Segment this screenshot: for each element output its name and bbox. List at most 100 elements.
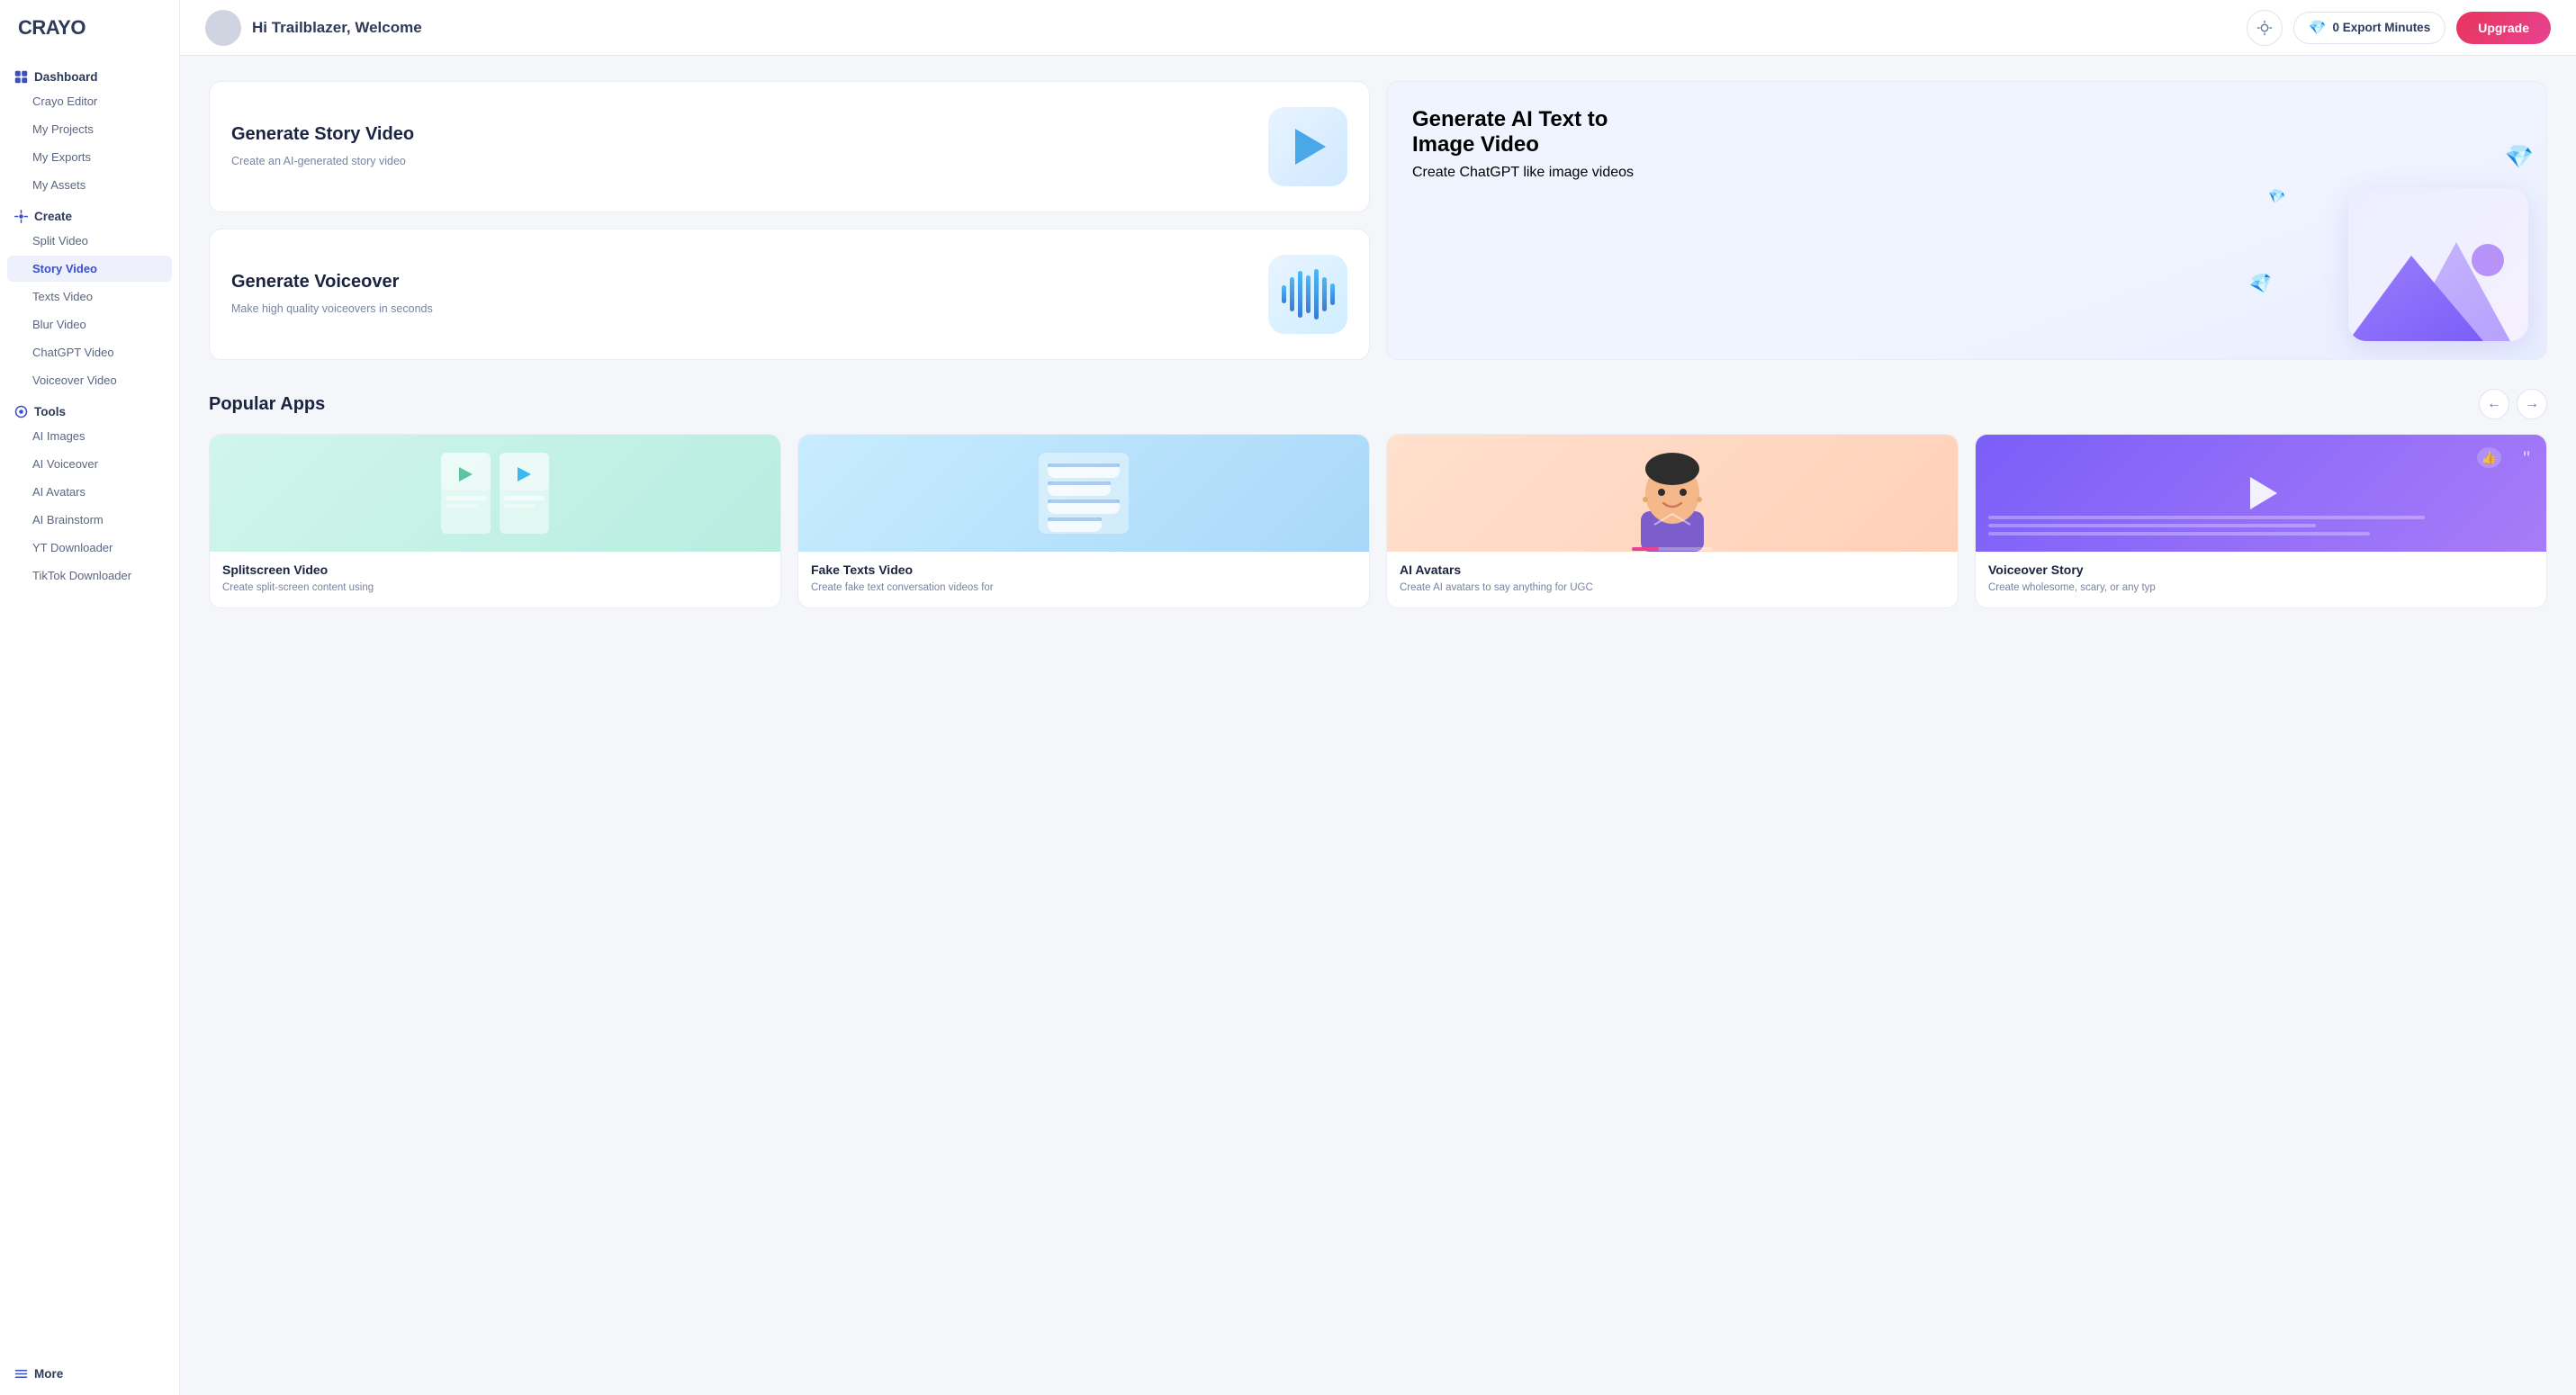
- sidebar-section-tools: Tools: [0, 398, 179, 422]
- diamond-icon: 💎: [2309, 19, 2327, 37]
- voiceover-story-thumb: " 👍: [1976, 435, 2546, 552]
- voiceover-story-desc: Create wholesome, scary, or any typ: [1988, 580, 2534, 595]
- notifications-button[interactable]: [2247, 10, 2283, 46]
- card3-title: Generate Voiceover: [231, 271, 433, 293]
- create-icon: [14, 210, 28, 223]
- prev-arrow-button[interactable]: ←: [2479, 389, 2509, 419]
- sidebar-item-my-assets[interactable]: My Assets: [7, 172, 172, 198]
- sidebar-section-create: Create: [0, 202, 179, 227]
- card3-icon: [1268, 255, 1347, 334]
- sidebar-item-crayo-editor[interactable]: Crayo Editor: [7, 88, 172, 114]
- main-content: Hi Trailblazer, Welcome 💎 0 Export Minut…: [180, 0, 2576, 1395]
- sidebar-section-dashboard: Dashboard: [0, 63, 179, 87]
- hero-grid: Generate Story Video Create an AI-genera…: [209, 81, 2547, 360]
- sidebar-item-chatgpt-video[interactable]: ChatGPT Video: [7, 339, 172, 365]
- tools-icon: [14, 405, 28, 418]
- sidebar-item-story-video[interactable]: Story Video: [7, 256, 172, 282]
- card2-text: Generate AI Text to Image Video Create C…: [1412, 107, 1646, 181]
- hero-illustration: 💎 💎 💎: [2240, 134, 2546, 359]
- logo: CRAYO: [0, 16, 179, 59]
- splitscreen-thumb: [210, 435, 780, 552]
- avatars-body: AI Avatars Create AI avatars to say anyt…: [1387, 552, 1958, 608]
- sidebar-item-ai-images[interactable]: AI Images: [7, 423, 172, 449]
- wave-bar-7: [1330, 284, 1335, 305]
- wave-bar-2: [1290, 277, 1294, 311]
- nav-arrows: ← →: [2479, 389, 2547, 419]
- avatars-desc: Create AI avatars to say anything for UG…: [1400, 580, 1945, 595]
- sidebar-item-my-exports[interactable]: My Exports: [7, 144, 172, 170]
- voiceover-illustration: " 👍: [1976, 435, 2546, 552]
- popular-apps-header: Popular Apps ← →: [209, 389, 2547, 419]
- gem-1: 💎: [2505, 143, 2534, 171]
- splitscreen-body: Splitscreen Video Create split-screen co…: [210, 552, 780, 608]
- export-minutes-button[interactable]: 💎 0 Export Minutes: [2293, 12, 2446, 44]
- faketexts-title: Fake Texts Video: [811, 562, 1356, 577]
- sidebar-item-blur-video[interactable]: Blur Video: [7, 311, 172, 338]
- sidebar-item-ai-brainstorm[interactable]: AI Brainstorm: [7, 507, 172, 533]
- app-card-voiceover-story[interactable]: " 👍 Voiceover Story Create wholesome, sc…: [1975, 434, 2547, 608]
- sidebar-item-texts-video[interactable]: Texts Video: [7, 284, 172, 310]
- voiceover-story-title: Voiceover Story: [1988, 562, 2534, 577]
- hero-cards: Generate Story Video Create an AI-genera…: [209, 81, 1370, 360]
- topbar-right: 💎 0 Export Minutes Upgrade: [2247, 10, 2551, 46]
- avatar: [205, 10, 241, 46]
- app-card-splitscreen[interactable]: Splitscreen Video Create split-screen co…: [209, 434, 781, 608]
- topbar-left: Hi Trailblazer, Welcome: [205, 10, 422, 46]
- wave-bar-3: [1298, 271, 1302, 318]
- vo-play-icon: [2250, 477, 2277, 509]
- faketexts-illustration: [1025, 444, 1142, 543]
- sidebar-item-yt-downloader[interactable]: YT Downloader: [7, 535, 172, 561]
- export-minutes-label: 0 Export Minutes: [2332, 21, 2430, 34]
- welcome-text: Hi Trailblazer, Welcome: [252, 19, 422, 37]
- sidebar-item-my-projects[interactable]: My Projects: [7, 116, 172, 142]
- card3-desc: Make high quality voiceovers in seconds: [231, 301, 433, 317]
- vo-quote-icon: ": [2523, 447, 2530, 471]
- gem-2: 💎: [2246, 269, 2277, 300]
- wave-bar-4: [1306, 275, 1311, 313]
- wave-bar-6: [1322, 277, 1327, 311]
- generate-voiceover-card[interactable]: Generate Voiceover Make high quality voi…: [209, 229, 1370, 360]
- dashboard-icon: [14, 70, 28, 84]
- card1-title: Generate Story Video: [231, 123, 414, 146]
- popular-apps-title: Popular Apps: [209, 394, 325, 415]
- sidebar-item-ai-avatars[interactable]: AI Avatars: [7, 479, 172, 505]
- faketexts-thumb: [798, 435, 1369, 552]
- generate-ai-text-image-card[interactable]: Generate AI Text to Image Video Create C…: [1386, 81, 2547, 360]
- wave-bar-1: [1282, 285, 1286, 303]
- gem-3: 💎: [2265, 186, 2287, 208]
- card2-desc: Create ChatGPT like image videos: [1412, 165, 1646, 181]
- vo-text-lines: [1988, 516, 2534, 536]
- upgrade-button[interactable]: Upgrade: [2456, 12, 2551, 44]
- app-card-faketexts[interactable]: Fake Texts Video Create fake text conver…: [797, 434, 1370, 608]
- sidebar-section-more: More: [0, 1360, 179, 1384]
- card3-text: Generate Voiceover Make high quality voi…: [231, 271, 433, 317]
- splitscreen-illustration: [437, 444, 554, 543]
- card1-text: Generate Story Video Create an AI-genera…: [231, 123, 414, 169]
- avatars-title: AI Avatars: [1400, 562, 1945, 577]
- generate-story-video-card[interactable]: Generate Story Video Create an AI-genera…: [209, 81, 1370, 212]
- apps-grid: Splitscreen Video Create split-screen co…: [209, 434, 2547, 608]
- voiceover-story-body: Voiceover Story Create wholesome, scary,…: [1976, 552, 2546, 608]
- vo-like-icon: 👍: [2477, 447, 2501, 468]
- faketexts-body: Fake Texts Video Create fake text conver…: [798, 552, 1369, 608]
- splitscreen-title: Splitscreen Video: [222, 562, 768, 577]
- sidebar-item-tiktok-downloader[interactable]: TikTok Downloader: [7, 562, 172, 589]
- card1-icon: [1268, 107, 1347, 186]
- app-card-avatars[interactable]: AI Avatars Create AI avatars to say anyt…: [1386, 434, 1959, 608]
- faketexts-desc: Create fake text conversation videos for: [811, 580, 1356, 595]
- card1-desc: Create an AI-generated story video: [231, 153, 414, 169]
- more-icon: [14, 1367, 28, 1381]
- next-arrow-button[interactable]: →: [2517, 389, 2547, 419]
- avatars-thumb: [1387, 435, 1958, 552]
- splitscreen-desc: Create split-screen content using: [222, 580, 768, 595]
- avatars-illustration: [1614, 435, 1731, 552]
- sidebar-item-split-video[interactable]: Split Video: [7, 228, 172, 254]
- mountain-card: [2348, 188, 2528, 341]
- sidebar: CRAYO Dashboard Crayo Editor My Projects…: [0, 0, 180, 1395]
- notifications-icon: [2256, 20, 2273, 36]
- content-area: Generate Story Video Create an AI-genera…: [180, 56, 2576, 1395]
- mountain-svg: [2348, 233, 2528, 341]
- card2-title: Generate AI Text to Image Video: [1412, 107, 1646, 158]
- sidebar-item-ai-voiceover[interactable]: AI Voiceover: [7, 451, 172, 477]
- sidebar-item-voiceover-video[interactable]: Voiceover Video: [7, 367, 172, 393]
